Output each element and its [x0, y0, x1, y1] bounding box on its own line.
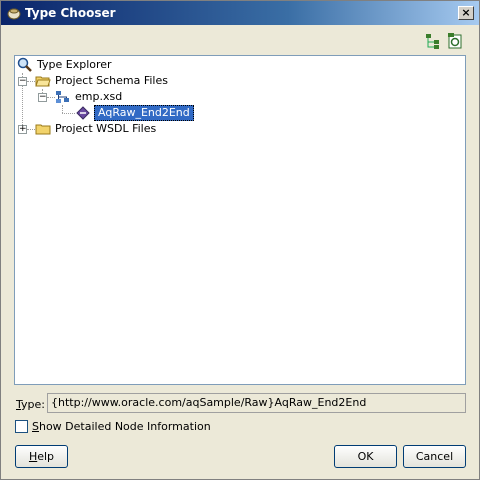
- cancel-button[interactable]: Cancel: [403, 445, 466, 468]
- tree-label-selected: AqRaw_End2End: [94, 105, 194, 121]
- dialog-title: Type Chooser: [25, 6, 116, 20]
- show-detail-label[interactable]: Show Detailed Node Information: [32, 420, 211, 433]
- title-bar[interactable]: Type Chooser ×: [1, 1, 479, 25]
- collapse-toggle-icon[interactable]: −: [38, 93, 47, 102]
- magnifier-icon: [17, 57, 32, 72]
- help-button[interactable]: Help: [15, 445, 68, 468]
- schema-icon: [56, 91, 69, 103]
- oracle-app-icon: [7, 8, 21, 20]
- tree-expand-icon[interactable]: [424, 32, 442, 50]
- type-field[interactable]: {http://www.oracle.com/aqSample/Raw}AqRa…: [47, 393, 466, 413]
- tree-label: emp.xsd: [75, 90, 123, 103]
- ok-button[interactable]: OK: [334, 445, 397, 468]
- tree-label: Project WSDL Files: [55, 122, 157, 135]
- schema-import-icon[interactable]: [446, 32, 464, 50]
- expand-toggle-icon[interactable]: +: [18, 125, 27, 134]
- element-icon: [76, 106, 90, 120]
- collapse-toggle-icon[interactable]: −: [18, 77, 27, 86]
- tree-label: Type Explorer: [37, 58, 112, 71]
- show-detail-checkbox[interactable]: [15, 420, 28, 433]
- tree-label: Project Schema Files: [55, 74, 168, 87]
- open-folder-icon: [35, 76, 51, 87]
- type-chooser-dialog: Type Chooser × Type Explorer − Project S…: [0, 0, 480, 480]
- close-button[interactable]: ×: [458, 6, 474, 20]
- type-tree[interactable]: Type Explorer − Project Schema Files − e…: [14, 55, 466, 385]
- folder-icon: [35, 124, 51, 135]
- type-label: Type:: [16, 398, 45, 411]
